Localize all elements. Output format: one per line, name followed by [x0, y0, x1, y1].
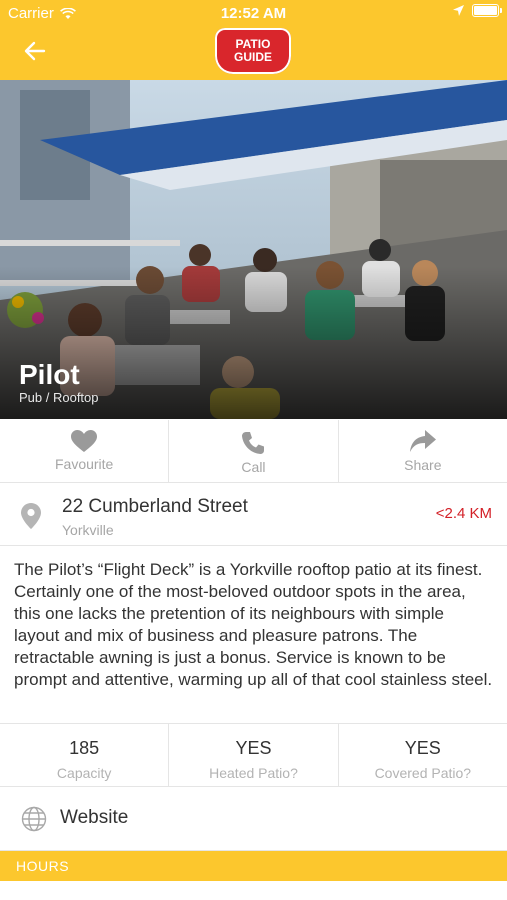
venue-description: The Pilot’s “Flight Deck” is a Yorkville… — [14, 560, 493, 689]
share-button[interactable]: Share — [339, 420, 507, 482]
status-time: 12:52 AM — [220, 5, 287, 22]
stat-value: YES — [404, 738, 441, 758]
favourite-label: Favourite — [54, 456, 114, 472]
favourite-button[interactable]: Favourite — [0, 420, 170, 482]
website-link[interactable]: Website — [0, 786, 507, 851]
map-pin-icon — [21, 503, 41, 529]
call-label: Call — [241, 459, 266, 475]
action-bar: Favourite Call Share — [0, 420, 507, 483]
stat-value: YES — [235, 738, 272, 758]
status-bar: Carrier 12:52 AM — [0, 0, 507, 28]
website-label: Website — [60, 807, 129, 828]
distance: <2.4 KM — [435, 505, 492, 522]
stats-row: 185 Capacity YES Heated Patio? YES Cover… — [0, 723, 507, 787]
share-arrow-icon — [409, 430, 436, 452]
stat-heated-patio: YES Heated Patio? — [169, 724, 339, 786]
street-address: 22 Cumberland Street — [62, 496, 248, 517]
back-arrow-icon[interactable] — [22, 38, 48, 64]
share-label: Share — [404, 457, 442, 473]
location-arrow-icon — [453, 5, 464, 16]
call-button[interactable]: Call — [169, 420, 339, 482]
logo-text-line2: GUIDE — [233, 50, 272, 64]
patio-guide-logo: PATIO GUIDE — [215, 28, 291, 74]
stat-value: 185 — [69, 738, 100, 758]
hours-section-header: HOURS — [0, 851, 507, 881]
stat-label: Covered Patio? — [374, 765, 472, 781]
stat-capacity: 185 Capacity — [0, 724, 170, 786]
app-header: Carrier 12:52 AM PATIO GUIDE — [0, 0, 507, 80]
status-right — [453, 4, 502, 17]
neighbourhood: Yorkville — [62, 522, 114, 538]
venue-category: Pub / Rooftop — [19, 390, 99, 405]
venue-name: Pilot — [19, 359, 80, 390]
stat-label: Heated Patio? — [209, 765, 298, 781]
globe-icon — [21, 806, 47, 832]
address-row[interactable]: 22 Cumberland Street Yorkville <2.4 KM — [0, 483, 507, 546]
stat-covered-patio: YES Covered Patio? — [339, 724, 507, 786]
hours-label: HOURS — [16, 858, 70, 874]
battery-icon — [472, 4, 502, 17]
stat-label: Capacity — [56, 765, 112, 781]
phone-icon — [242, 432, 265, 454]
hero-photo: Pilot Pub / Rooftop — [0, 80, 507, 419]
heart-icon — [71, 430, 98, 452]
